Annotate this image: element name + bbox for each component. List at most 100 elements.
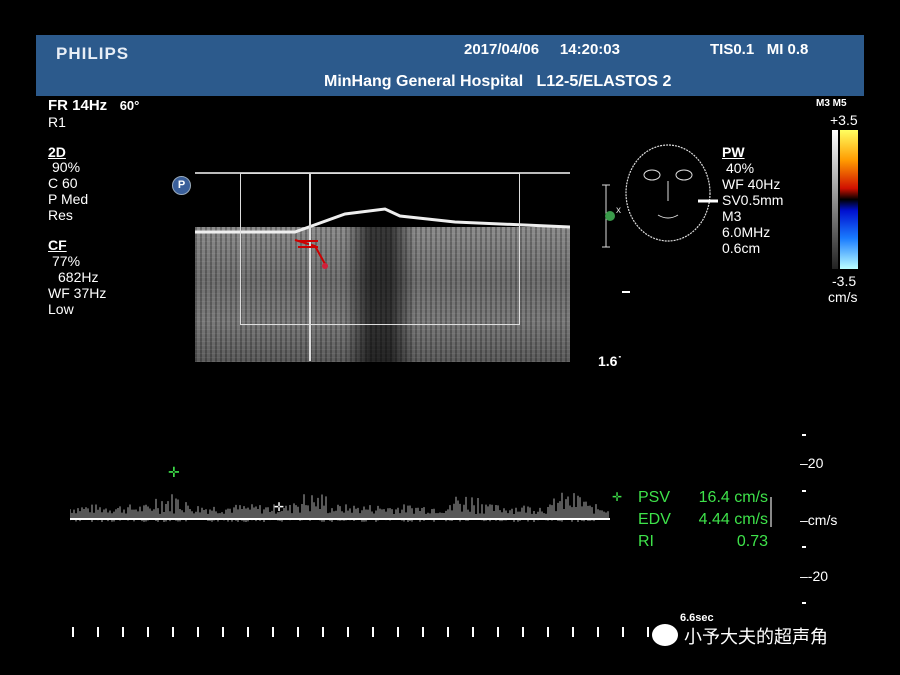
mode-2d-title: 2D xyxy=(48,144,66,160)
time-tick xyxy=(347,627,349,637)
colorbar-unit: cm/s xyxy=(828,289,858,305)
mode-2d-persistence: P Med xyxy=(48,191,89,207)
color-roi-box[interactable] xyxy=(240,173,520,325)
mi-value: MI 0.8 xyxy=(766,41,809,58)
tis-value: TIS0.1 xyxy=(710,41,755,58)
measurement-panel: PSV 16.4 cm/s EDV 4.44 cm/s RI 0.73 xyxy=(638,487,768,553)
time-tick xyxy=(372,627,374,637)
scale-spine xyxy=(770,497,772,527)
probe-orientation-icon: P xyxy=(172,176,191,195)
mode-2d-gain: 90% xyxy=(52,159,81,175)
mode-cf-setting: Low xyxy=(48,301,74,317)
measure-marker-icon: ✛ xyxy=(612,490,623,504)
time-tick xyxy=(97,627,99,637)
pw-depth: 0.6cm xyxy=(722,240,761,256)
time-tick xyxy=(597,627,599,637)
face-body-mark-icon: x xyxy=(602,144,718,248)
time-tick xyxy=(447,627,449,637)
scale-tick xyxy=(802,546,806,548)
scale-tick xyxy=(802,434,806,436)
colorbar-header: M3 M5 xyxy=(816,98,847,109)
depth-label: 1.6˙ xyxy=(598,353,623,369)
spectrum-baseline xyxy=(70,518,610,520)
sample-gate-top[interactable] xyxy=(298,240,318,242)
r-setting: R1 xyxy=(48,114,66,130)
mode-2d-compression: C 60 xyxy=(48,175,78,191)
time-tick xyxy=(622,627,624,637)
brand-logo: PHILIPS xyxy=(56,44,130,63)
time-tick xyxy=(522,627,524,637)
time-tick xyxy=(497,627,499,637)
time-tick xyxy=(272,627,274,637)
doppler-spectrum xyxy=(70,492,609,522)
measure-row-ri: RI 0.73 xyxy=(638,531,768,553)
scale-bottom-value: -20 xyxy=(807,568,829,584)
mode-cf-wall-filter: WF 37Hz xyxy=(48,285,107,301)
scale-tick xyxy=(802,602,806,604)
gray-scale-strip xyxy=(832,130,838,269)
time-tick xyxy=(122,627,124,637)
time-tick xyxy=(247,627,249,637)
scale-top-value: 20 xyxy=(807,455,824,471)
time-tick xyxy=(197,627,199,637)
time-tick xyxy=(72,627,74,637)
svg-text:x: x xyxy=(616,205,621,216)
hospital-name: MinHang General Hospital xyxy=(324,73,524,90)
angle-value: 60° xyxy=(119,98,140,113)
time-tick xyxy=(322,627,324,637)
pw-title: PW xyxy=(722,144,745,160)
tis-mi: TIS0.1 MI 0.8 xyxy=(710,41,808,58)
probe-name: L12-5/ELASTOS 2 xyxy=(536,73,672,90)
time-tick xyxy=(397,627,399,637)
time-tick xyxy=(222,627,224,637)
pw-gain: 40% xyxy=(726,160,755,176)
edv-caliper-icon[interactable]: ✛ xyxy=(274,500,284,514)
frame-rate: FR 14Hz 60° xyxy=(48,98,139,113)
time-tick xyxy=(422,627,424,637)
measure-row-edv: EDV 4.44 cm/s xyxy=(638,509,768,531)
mode-cf-gain: 77% xyxy=(52,253,81,269)
mode-2d-optimization: Res xyxy=(48,207,73,223)
mode-cf-prf: 682Hz xyxy=(58,269,99,285)
measure-value: 4.44 cm/s xyxy=(698,511,768,528)
sample-gate-bottom[interactable] xyxy=(298,246,318,248)
scale-bottom: –-20 xyxy=(800,568,829,584)
time-tick xyxy=(472,627,474,637)
measure-label: EDV xyxy=(638,511,671,528)
scale-top: –20 xyxy=(800,455,824,471)
pw-preset: M3 xyxy=(722,208,742,224)
date: 2017/04/06 xyxy=(464,41,540,58)
scale-unit-value: cm/s xyxy=(807,512,838,528)
measure-value: 16.4 cm/s xyxy=(698,489,768,506)
header-bar: PHILIPS 2017/04/06 14:20:03 TIS0.1 MI 0.… xyxy=(36,35,864,96)
watermark-text: 小予大夫的超声角 xyxy=(684,627,828,647)
measure-value: 0.73 xyxy=(736,533,768,550)
colorbar-min: -3.5 xyxy=(832,273,857,289)
measure-label: PSV xyxy=(638,489,671,506)
frame-rate-value: FR 14Hz xyxy=(48,97,108,114)
depth-marker xyxy=(622,291,630,293)
wechat-icon xyxy=(652,624,678,646)
time-tick xyxy=(172,627,174,637)
hospital-probe: MinHang General Hospital L12-5/ELASTOS 2 xyxy=(324,73,671,91)
scale-tick xyxy=(802,490,806,492)
mode-cf-title: CF xyxy=(48,237,67,253)
measure-label: RI xyxy=(638,533,654,550)
pw-wall-filter: WF 40Hz xyxy=(722,176,781,192)
time-tick xyxy=(547,627,549,637)
pw-sample-volume: SV0.5mm xyxy=(722,192,784,208)
time-tick xyxy=(297,627,299,637)
doppler-cursor-line[interactable] xyxy=(309,173,311,361)
pw-frequency: 6.0MHz xyxy=(722,224,771,240)
time-tick xyxy=(572,627,574,637)
colorbar-max: +3.5 xyxy=(830,112,858,128)
time-tick xyxy=(147,627,149,637)
time-tick xyxy=(647,627,649,637)
measure-row-psv: PSV 16.4 cm/s xyxy=(638,487,768,509)
depth-value: 1.6 xyxy=(598,353,618,369)
date-time: 2017/04/06 14:20:03 xyxy=(464,41,620,58)
psv-caliper-icon[interactable]: ✛ xyxy=(168,464,180,481)
time: 14:20:03 xyxy=(559,41,620,58)
color-scale-strip xyxy=(840,130,858,269)
scale-unit: –cm/s xyxy=(800,512,838,528)
